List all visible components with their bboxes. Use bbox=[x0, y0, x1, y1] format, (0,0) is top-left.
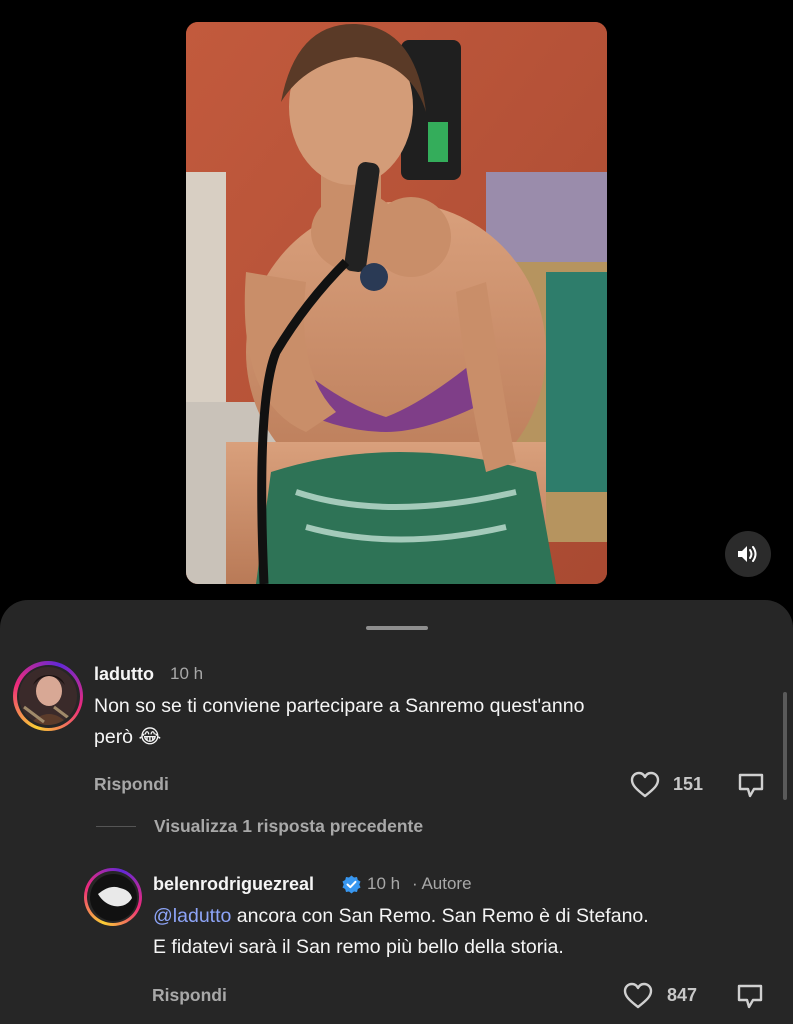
reel-comments-screen: ladutto 10 h Non so se ti conviene parte… bbox=[0, 0, 793, 1024]
comment-username[interactable]: ladutto bbox=[94, 664, 154, 685]
comment-text: Non so se ti conviene partecipare a Sanr… bbox=[94, 691, 774, 753]
scrollbar[interactable] bbox=[783, 692, 787, 800]
reply-text: @ladutto ancora con San Remo. San Remo è… bbox=[153, 901, 783, 963]
reply-text-line-1: @ladutto ancora con San Remo. San Remo è… bbox=[153, 901, 783, 932]
heart-icon[interactable] bbox=[630, 771, 660, 799]
replies-divider bbox=[96, 826, 136, 827]
view-previous-replies-button[interactable]: Visualizza 1 risposta precedente bbox=[154, 816, 423, 837]
comment-text-line-1: Non so se ti conviene partecipare a Sanr… bbox=[94, 695, 585, 717]
dislike-icon[interactable] bbox=[735, 981, 765, 1011]
verified-badge-icon bbox=[342, 875, 361, 894]
avatar-image bbox=[19, 667, 77, 725]
speaker-icon bbox=[738, 546, 757, 562]
reel-video[interactable] bbox=[186, 22, 607, 584]
comment-avatar[interactable] bbox=[13, 661, 83, 731]
avatar-image bbox=[89, 873, 137, 921]
reply-like-count: 847 bbox=[667, 985, 698, 1005]
reply-avatar[interactable] bbox=[84, 868, 142, 926]
reply-timestamp: 10 h bbox=[367, 874, 401, 893]
comment-text-line-2: però 😂 bbox=[94, 726, 162, 748]
author-badge: · Autore bbox=[412, 874, 472, 893]
reply-username[interactable]: belenrodriguezreal bbox=[153, 874, 314, 895]
heart-icon[interactable] bbox=[623, 982, 653, 1010]
reply-button[interactable]: Rispondi bbox=[94, 774, 169, 795]
comments-sheet: ladutto 10 h Non so se ti conviene parte… bbox=[0, 600, 793, 1024]
like-count: 151 bbox=[673, 774, 704, 794]
mention-link[interactable]: @ladutto bbox=[153, 905, 231, 927]
comment-timestamp: 10 h bbox=[170, 664, 204, 683]
sheet-drag-handle[interactable] bbox=[366, 626, 428, 630]
reply-text-part: ancora con San Remo. San Remo è di Stefa… bbox=[231, 905, 649, 927]
mute-toggle-button[interactable] bbox=[725, 531, 771, 577]
reply-reply-button[interactable]: Rispondi bbox=[152, 985, 227, 1006]
reply-text-line-2: E fidatevi sarà il San remo più bello de… bbox=[153, 936, 564, 958]
dislike-icon[interactable] bbox=[736, 770, 766, 800]
video-frame bbox=[186, 22, 607, 584]
